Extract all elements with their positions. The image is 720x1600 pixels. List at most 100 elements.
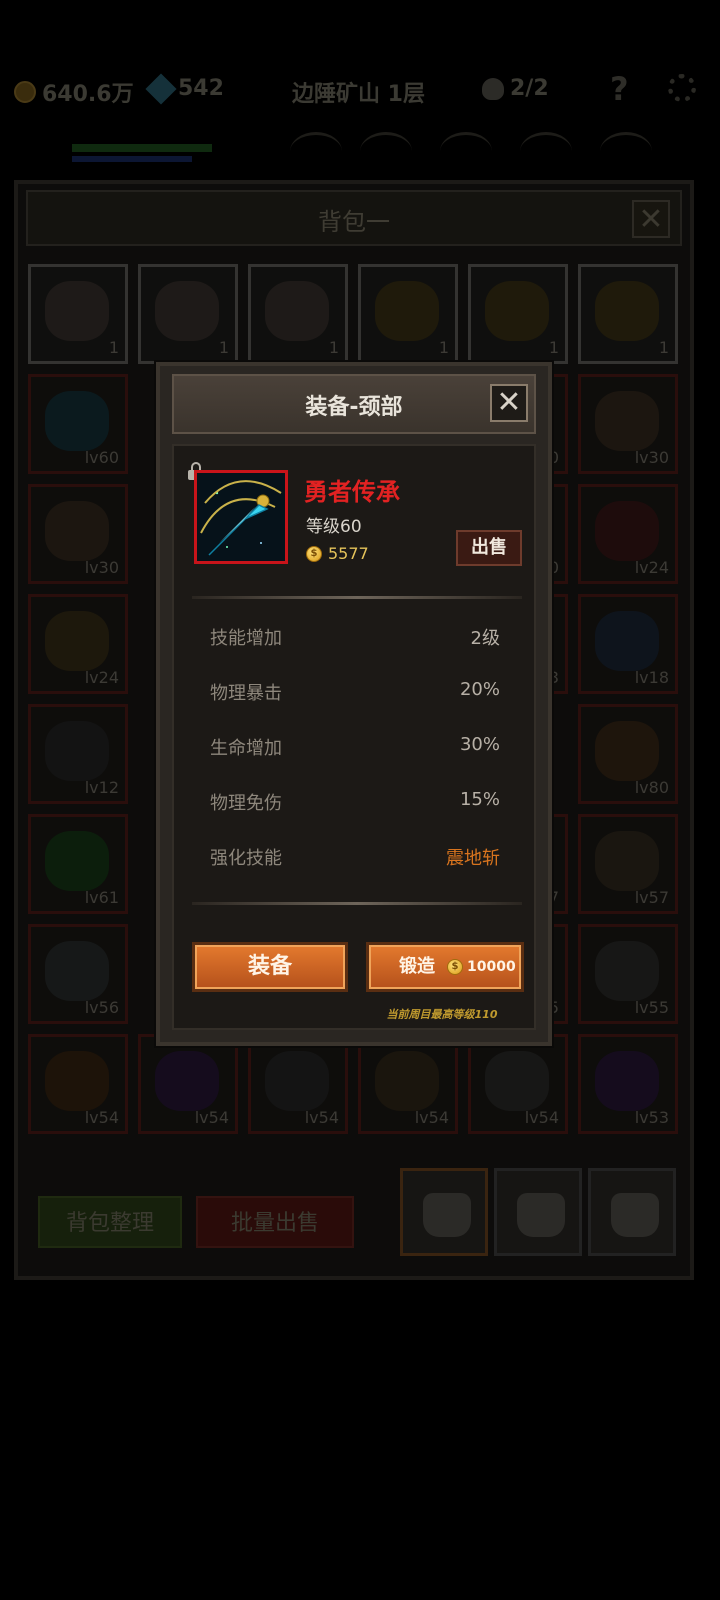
ring-icon bbox=[45, 1051, 109, 1111]
divider bbox=[192, 902, 522, 905]
inventory-slot-pendant[interactable]: lv53 bbox=[578, 1034, 678, 1134]
bag-icon bbox=[517, 1193, 565, 1237]
item-name: 勇者传承 bbox=[304, 478, 400, 506]
equipment-dialog: 装备-颈部 ✕ 勇者传承 等级60 $ 5577 出售 技能增加 2级 物理暴击… bbox=[156, 362, 552, 1046]
hp-bar bbox=[72, 144, 212, 152]
slot-level: lv12 bbox=[84, 778, 119, 797]
slot-level: lv61 bbox=[84, 888, 119, 907]
green-orb-icon bbox=[45, 831, 109, 891]
stat-label: 技能增加 bbox=[210, 628, 282, 649]
inventory-slot-cake[interactable]: 1 bbox=[248, 264, 348, 364]
gem-counter: 542 bbox=[145, 72, 224, 105]
ring-icon bbox=[265, 1051, 329, 1111]
inventory-slot-ring[interactable]: lv12 bbox=[28, 704, 128, 804]
bag-tab-2[interactable] bbox=[494, 1168, 582, 1256]
stat-value: 2级 bbox=[470, 628, 500, 649]
gold-coin-icon bbox=[14, 81, 36, 103]
slot-level: lv53 bbox=[634, 1108, 669, 1127]
boots-icon bbox=[595, 611, 659, 671]
gold-amount: 640.6万 bbox=[42, 82, 134, 107]
cake-icon bbox=[45, 281, 109, 341]
stat-value: 30% bbox=[459, 734, 500, 755]
armor-icon bbox=[375, 1051, 439, 1111]
slot-level: lv60 bbox=[84, 448, 119, 467]
gold-coin-icon: $ bbox=[447, 959, 463, 975]
inventory-slot-cake[interactable]: 1 bbox=[138, 264, 238, 364]
slot-level: lv80 bbox=[634, 778, 669, 797]
top-hud: 640.6万 542 边陲矿山 1层 2/2 ? bbox=[0, 60, 720, 120]
stat-label: 强化技能 bbox=[210, 848, 282, 869]
bag-tab-1[interactable] bbox=[400, 1168, 488, 1256]
bow-icon bbox=[595, 391, 659, 451]
gear-icon[interactable] bbox=[668, 74, 696, 102]
slot-level: lv54 bbox=[84, 1108, 119, 1127]
slot-count: 1 bbox=[108, 338, 119, 357]
bag-tab-3[interactable] bbox=[588, 1168, 676, 1256]
slot-level: lv30 bbox=[84, 558, 119, 577]
inventory-slot-gauntlet[interactable]: lv55 bbox=[578, 924, 678, 1024]
ring-icon bbox=[45, 721, 109, 781]
skull-icon bbox=[482, 77, 504, 100]
gem-icon bbox=[145, 72, 177, 105]
inventory-slot-armor[interactable]: lv56 bbox=[28, 924, 128, 1024]
slot-level: lv24 bbox=[634, 558, 669, 577]
backpack-header: 背包一 ✕ bbox=[26, 190, 682, 246]
inventory-slot-gauntlet[interactable]: lv54 bbox=[468, 1034, 568, 1134]
stat-row: 强化技能 震地斩 bbox=[210, 844, 500, 874]
stat-row: 物理暴击 20% bbox=[210, 679, 500, 709]
slot-count: 1 bbox=[328, 338, 339, 357]
inventory-slot-bow[interactable]: lv30 bbox=[28, 484, 128, 584]
location-text: 边陲矿山 1层 bbox=[292, 82, 425, 107]
inventory-slot-cake[interactable]: 1 bbox=[28, 264, 128, 364]
slot-count: 1 bbox=[218, 338, 229, 357]
slot-level: lv18 bbox=[634, 668, 669, 687]
dialog-header: 装备-颈部 ✕ bbox=[172, 374, 536, 434]
location-label: 边陲矿山 1层 bbox=[292, 76, 425, 108]
bulk-sell-button[interactable]: 批量出售 bbox=[196, 1196, 354, 1248]
gold-coin-icon: $ bbox=[306, 545, 322, 562]
inventory-slot-necklace[interactable]: lv60 bbox=[28, 374, 128, 474]
purple-pendant-icon bbox=[155, 1051, 219, 1111]
armor-icon bbox=[595, 831, 659, 891]
stat-label: 生命增加 bbox=[210, 738, 282, 759]
inventory-slot-pendant[interactable]: lv54 bbox=[138, 1034, 238, 1134]
cake-icon bbox=[155, 281, 219, 341]
forge-button[interactable]: 锻造 $ 10000 bbox=[366, 942, 524, 992]
close-button[interactable]: ✕ bbox=[490, 384, 528, 422]
chest-armor-icon bbox=[45, 941, 109, 1001]
help-icon[interactable]: ? bbox=[610, 70, 629, 108]
stat-value-skill: 震地斩 bbox=[446, 848, 500, 869]
status-bars bbox=[20, 130, 700, 174]
inventory-slot-beer[interactable]: 1 bbox=[578, 264, 678, 364]
inventory-slot-beer[interactable]: 1 bbox=[358, 264, 458, 364]
ornament-arc bbox=[290, 132, 342, 171]
slot-count: 1 bbox=[438, 338, 449, 357]
inventory-slot-armor[interactable]: lv54 bbox=[358, 1034, 458, 1134]
inventory-slot-necklace[interactable]: lv61 bbox=[28, 814, 128, 914]
slot-level: lv30 bbox=[634, 448, 669, 467]
mp-bar bbox=[72, 156, 192, 162]
inventory-slot-armor[interactable]: lv57 bbox=[578, 814, 678, 914]
forge-cost-value: 10000 bbox=[467, 959, 516, 975]
helmet-icon bbox=[595, 721, 659, 781]
stat-value: 15% bbox=[459, 789, 500, 810]
inventory-slot-amulet[interactable]: lv24 bbox=[578, 484, 678, 584]
sort-backpack-button[interactable]: 背包整理 bbox=[38, 1196, 182, 1248]
inventory-slot-ring[interactable]: lv54 bbox=[28, 1034, 128, 1134]
sell-button[interactable]: 出售 bbox=[456, 530, 522, 566]
slot-level: lv54 bbox=[194, 1108, 229, 1127]
pendant-icon bbox=[197, 473, 285, 561]
inventory-slot-boots[interactable]: lv18 bbox=[578, 594, 678, 694]
inventory-slot-bow[interactable]: lv30 bbox=[578, 374, 678, 474]
equip-button[interactable]: 装备 bbox=[192, 942, 348, 992]
inventory-slot-ring[interactable]: lv54 bbox=[248, 1034, 348, 1134]
slot-level: lv54 bbox=[304, 1108, 339, 1127]
backpack-close-button[interactable]: ✕ bbox=[632, 200, 670, 238]
inventory-slot-ring[interactable]: lv24 bbox=[28, 594, 128, 694]
slot-count: 1 bbox=[658, 338, 669, 357]
inventory-slot-helmet[interactable]: lv80 bbox=[578, 704, 678, 804]
ornament-arc bbox=[520, 132, 572, 171]
gem-amount: 542 bbox=[178, 76, 224, 101]
inventory-slot-beer[interactable]: 1 bbox=[468, 264, 568, 364]
beer-mug-icon bbox=[485, 281, 549, 341]
